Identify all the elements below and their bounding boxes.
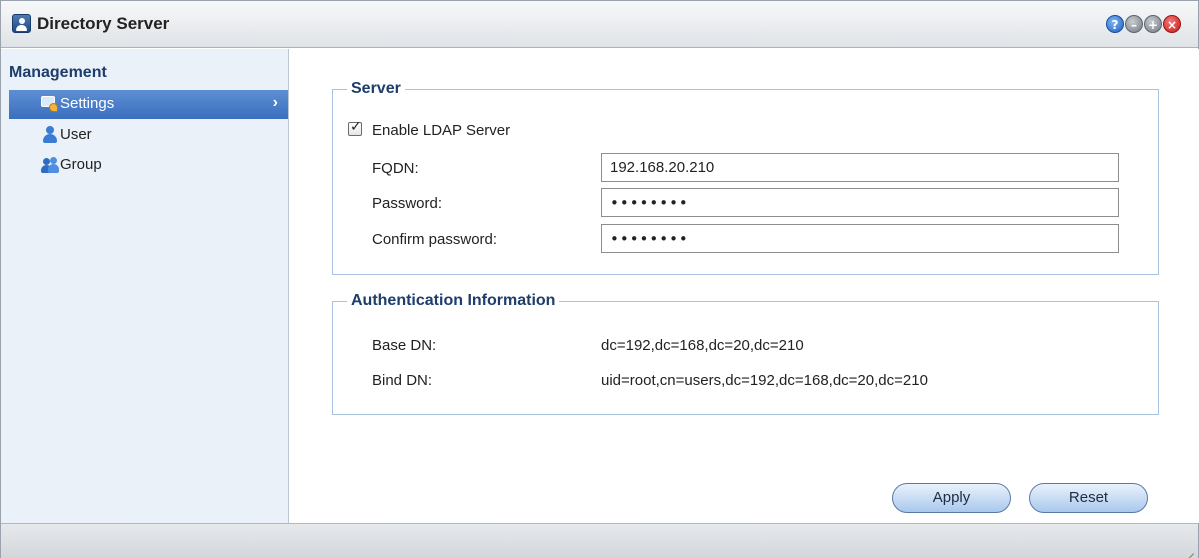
directory-server-window: Directory Server ? – + × Management Sett… xyxy=(0,0,1199,558)
fqdn-label: FQDN: xyxy=(372,160,419,177)
directory-server-app-icon xyxy=(12,14,31,33)
confirm-password-label: Confirm password: xyxy=(372,231,498,248)
sidebar-item-label: Group xyxy=(60,156,102,173)
fqdn-input[interactable]: 192.168.20.210 xyxy=(601,153,1119,182)
server-section: Server ✓ Enable LDAP Server FQDN: 192.16… xyxy=(332,80,1159,275)
settings-icon xyxy=(41,95,59,113)
authentication-section: Authentication Information Base DN: dc=1… xyxy=(332,292,1159,415)
group-icon xyxy=(41,156,59,174)
sidebar-heading: Management xyxy=(9,64,107,81)
server-legend: Server xyxy=(347,80,405,98)
minimize-icon[interactable]: – xyxy=(1125,15,1143,33)
sidebar: Management Settings › User Group xyxy=(1,49,289,523)
sidebar-item-group[interactable]: Group xyxy=(9,151,288,180)
checkmark-icon: ✓ xyxy=(350,119,362,135)
base-dn-value: dc=192,dc=168,dc=20,dc=210 xyxy=(601,337,804,354)
main-content: Server ✓ Enable LDAP Server FQDN: 192.16… xyxy=(290,49,1199,523)
close-icon[interactable]: × xyxy=(1163,15,1181,33)
sidebar-item-settings[interactable]: Settings › xyxy=(9,90,288,119)
title-bar[interactable]: Directory Server ? – + × xyxy=(1,1,1198,48)
user-icon xyxy=(41,126,59,144)
apply-button[interactable]: Apply xyxy=(892,483,1011,513)
status-bar xyxy=(1,523,1198,558)
resize-grip-icon[interactable] xyxy=(1180,540,1194,558)
reset-button[interactable]: Reset xyxy=(1029,483,1148,513)
base-dn-label: Base DN: xyxy=(372,337,437,354)
sidebar-item-label: Settings xyxy=(60,95,115,112)
confirm-password-input[interactable]: •••••••• xyxy=(601,224,1119,253)
maximize-icon[interactable]: + xyxy=(1144,15,1162,33)
password-input[interactable]: •••••••• xyxy=(601,188,1119,217)
authentication-legend: Authentication Information xyxy=(347,292,560,310)
sidebar-item-user[interactable]: User xyxy=(9,121,288,150)
enable-ldap-checkbox[interactable]: ✓ xyxy=(348,119,362,136)
sidebar-item-label: User xyxy=(60,126,92,143)
password-label: Password: xyxy=(372,195,443,212)
window-title: Directory Server xyxy=(37,14,170,33)
help-icon[interactable]: ? xyxy=(1106,15,1124,33)
bind-dn-value: uid=root,cn=users,dc=192,dc=168,dc=20,dc… xyxy=(601,372,928,389)
chevron-right-icon: › xyxy=(272,94,278,111)
bind-dn-label: Bind DN: xyxy=(372,372,433,389)
enable-ldap-label: Enable LDAP Server xyxy=(372,122,511,139)
